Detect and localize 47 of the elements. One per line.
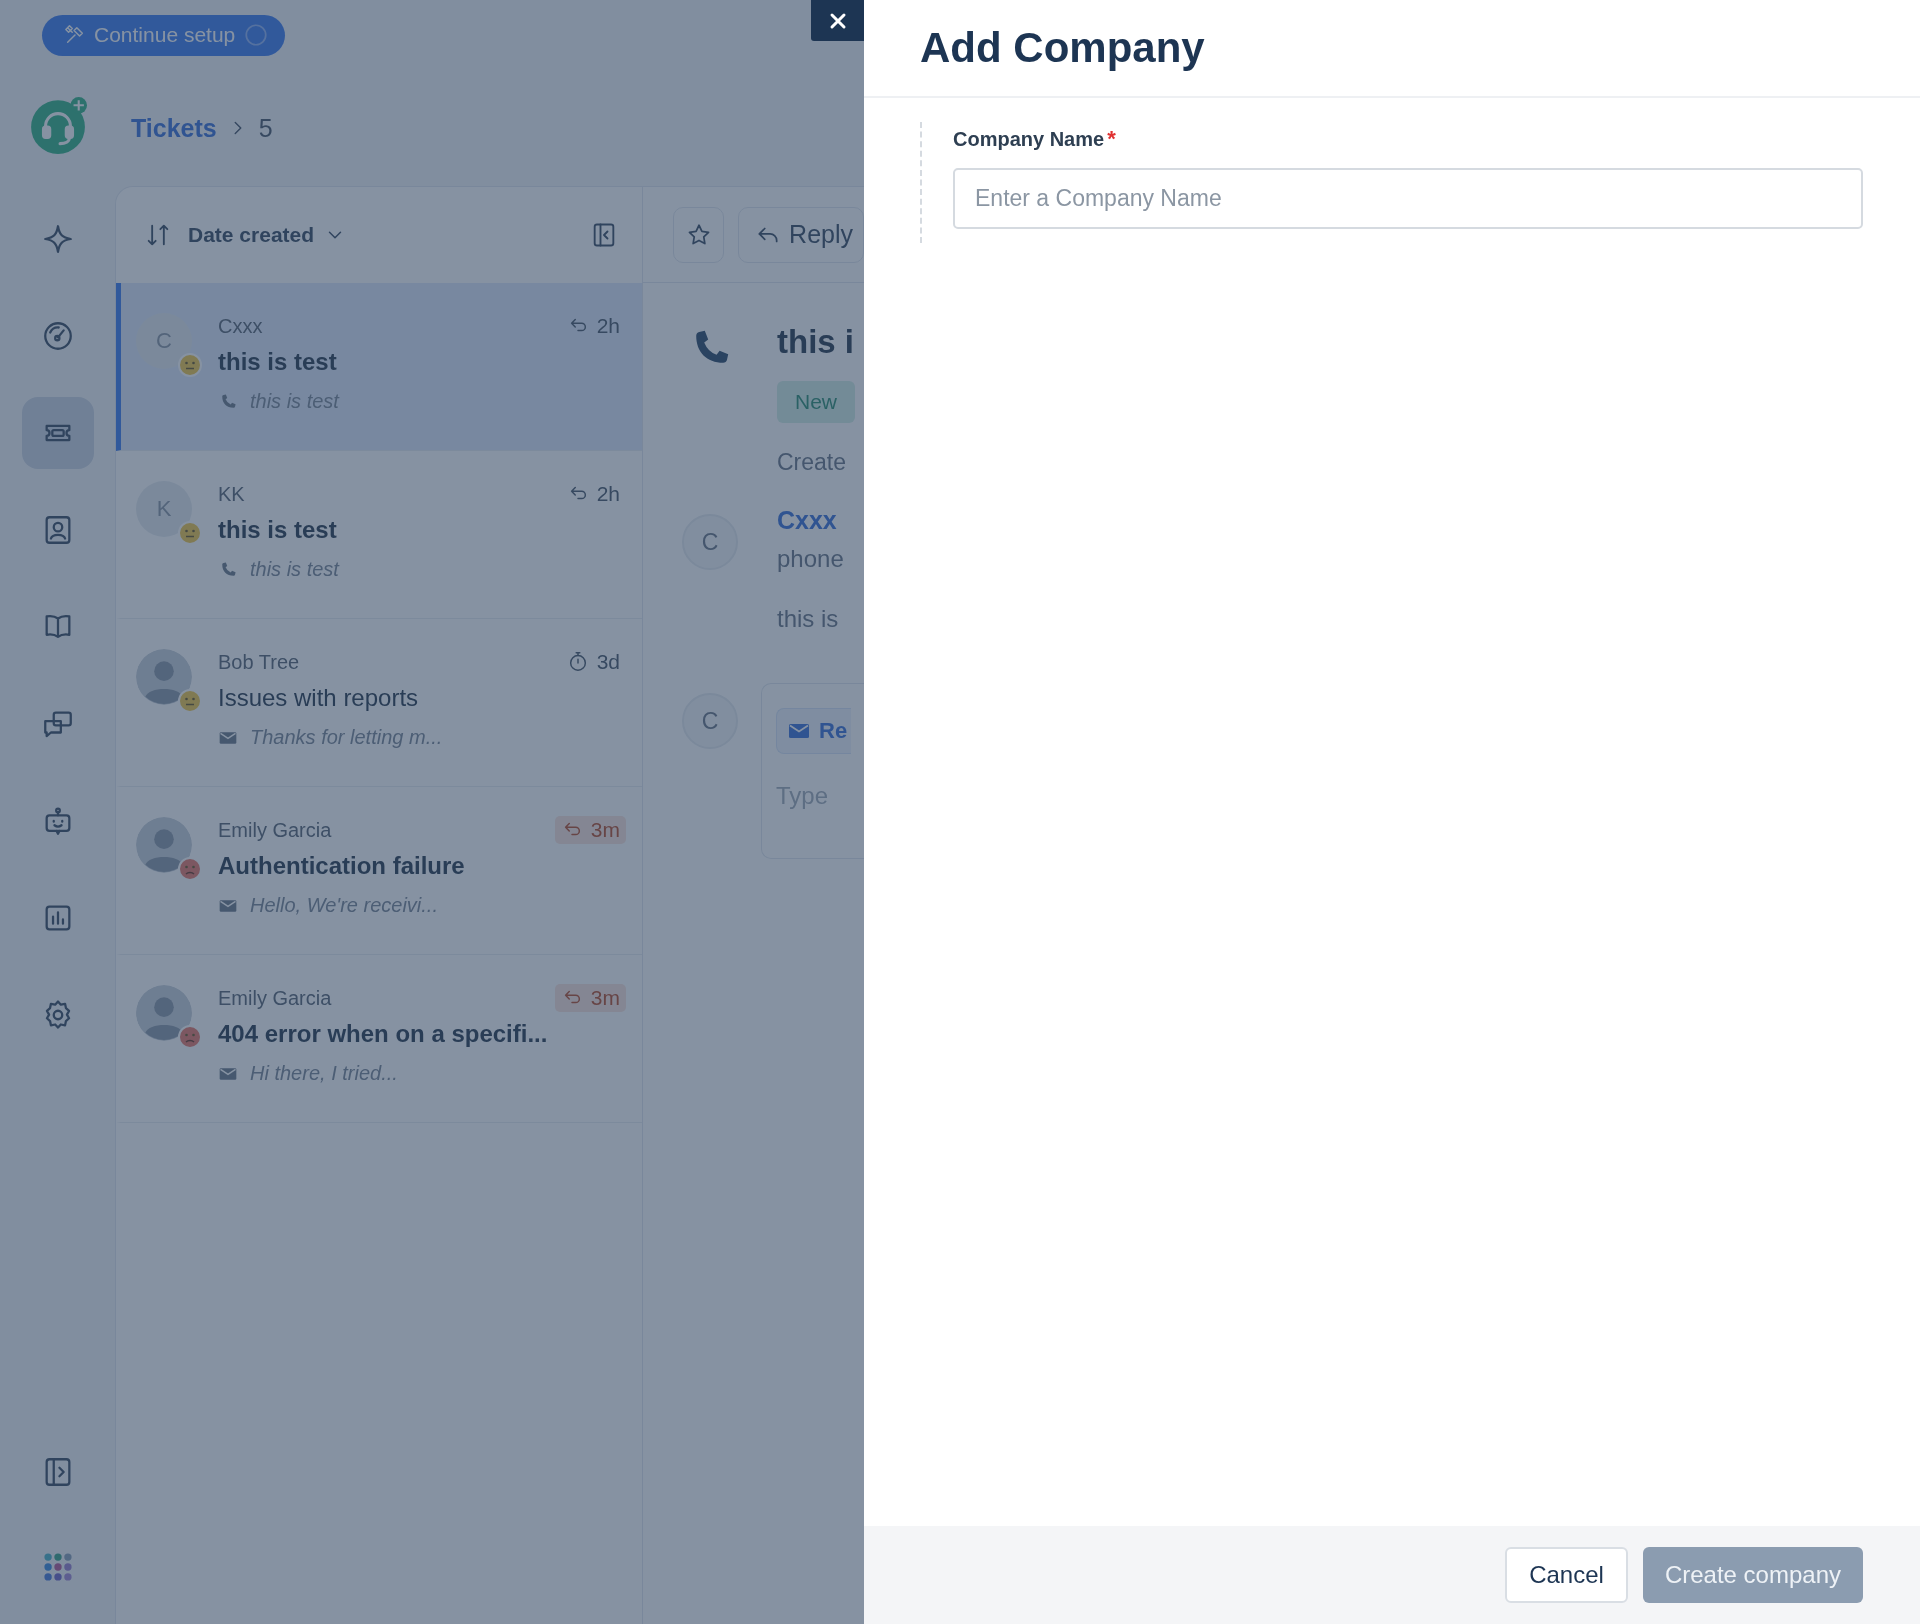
headset-logo-icon [28,96,87,154]
message-text: phone [777,545,845,573]
breadcrumb-current: 5 [258,113,273,143]
field-label: Company Name [953,128,1105,151]
close-button[interactable] [811,0,864,41]
elapsed-time: 3d [596,650,620,674]
avatar: C [682,514,738,570]
sort-dropdown[interactable]: Date created [188,223,347,247]
created-text: Create [777,449,848,476]
required-asterisk: * [1107,126,1116,152]
company-name-field[interactable]: Enter a Company Name [953,168,1863,229]
ticket-subject: 404 error when on a specifi... [218,1020,549,1048]
drawer-title: Add Company [920,24,1205,72]
reply-button[interactable]: Reply [738,206,864,263]
elapsed-time: 2h [596,482,620,506]
breadcrumb-link[interactable]: Tickets [131,113,217,143]
message-text: this is [777,605,840,633]
elapsed-time: 3m [590,986,620,1010]
sidebar-item[interactable] [21,397,94,469]
star-button[interactable] [673,206,725,263]
ticket-subject: Issues with reports [218,684,420,712]
requester-name: Cxxx [218,314,263,338]
ticket-subject: this is test [218,348,338,376]
requester-name: Emily Garcia [218,818,332,842]
elapsed-time: 2h [596,314,620,338]
message-preview: Thanks for letting m... [250,726,443,749]
continue-setup-button[interactable]: Continue setup [42,14,286,56]
ticket-subject: Authentication failure [218,852,466,880]
ticket-item[interactable]: Emily Garcia 3m 404 error when on a specifi... Hi there, I tried... [116,955,642,1123]
requester-name: Bob Tree [218,650,300,674]
requester-name: KK [218,482,245,506]
author-link[interactable]: Cxxx [777,506,864,535]
message-preview: Hello, We're receivi... [250,894,438,917]
ticket-title: this i [777,323,855,361]
ticket-item[interactable]: Emily Garcia 3m Authentication failure Hello, We're receivi... [116,787,642,955]
ticket-subject: this is test [218,516,338,544]
progress-ring-icon [243,22,270,48]
email-channel-tab[interactable]: Re [776,708,852,754]
cancel-button[interactable]: Cancel [1505,1547,1628,1603]
message-preview: Hi there, I tried... [250,1062,398,1085]
message-preview: this is test [250,558,339,581]
tools-icon [64,24,86,46]
ticket-item[interactable]: Bob Tree 3d Issues with reports Thanks for letting m... [116,619,642,787]
avatar: C [682,693,738,749]
requester-name: Emily Garcia [218,986,332,1010]
status-tag: New [777,381,855,423]
elapsed-time: 3m [590,818,620,842]
